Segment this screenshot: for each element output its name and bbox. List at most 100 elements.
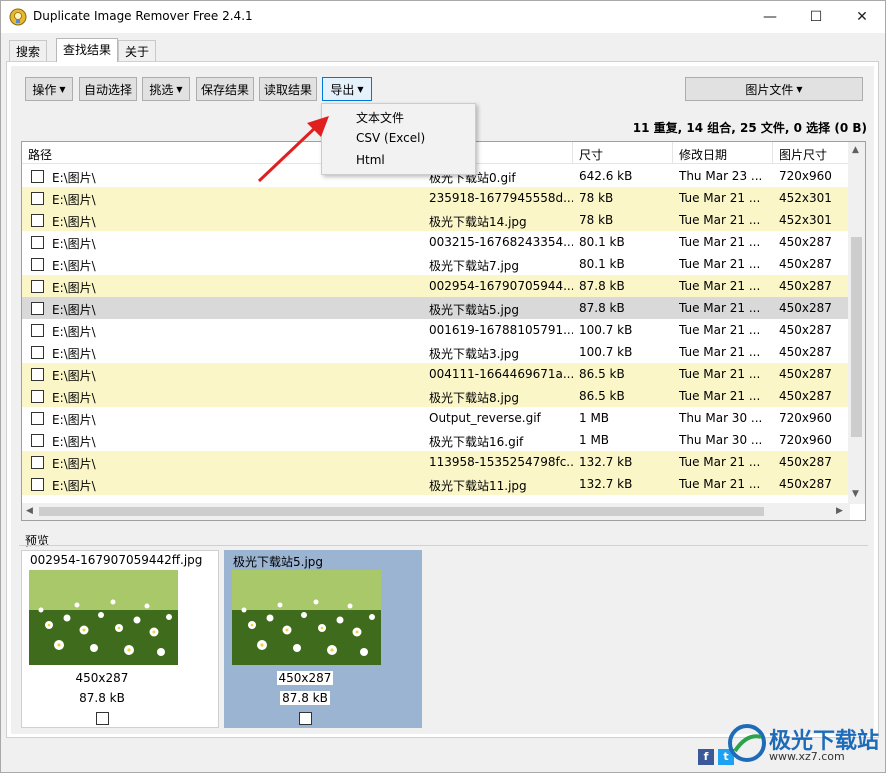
horizontal-scroll-thumb[interactable] [39, 507, 764, 516]
table-row[interactable]: E:\图片\ 113958-1535254798fc... 132.7 kB Tue … [22, 451, 850, 473]
facebook-icon[interactable]: f [698, 749, 714, 765]
cell-size: 1 MB [579, 411, 610, 425]
row-checkbox[interactable] [31, 170, 44, 183]
table-row[interactable]: E:\图片\ 极光下载站3.jpg 100.7 kB Tue Mar 21 ... 45… [22, 341, 850, 363]
table-row[interactable]: E:\图片\ 极光下载站8.jpg 86.5 kB Tue Mar 21 ... 450… [22, 385, 850, 407]
table-row[interactable]: E:\图片\ Output_reverse.gif 1 MB Thu Mar 30 .… [22, 407, 850, 429]
export-button[interactable]: 导出 ▼ [322, 77, 372, 101]
row-checkbox[interactable] [31, 236, 44, 249]
maximize-button[interactable]: ☐ [793, 1, 839, 33]
caret-down-icon: ▼ [59, 84, 66, 94]
cell-date: Tue Mar 21 ... [679, 235, 761, 249]
flower-thumbnail-image[interactable] [232, 570, 381, 665]
cell-path: E:\图片\ [52, 435, 96, 449]
menu-item-text-file[interactable]: 文本文件 [356, 109, 404, 129]
cell-size: 132.7 kB [579, 455, 633, 469]
preview-card-selected[interactable]: 极光下载站5.jpg 450x287 87.8 kB [224, 550, 422, 728]
row-checkbox[interactable] [31, 412, 44, 425]
row-checkbox[interactable] [31, 478, 44, 491]
table-row[interactable]: E:\图片\ 003215-16768243354... 80.1 kB Tue Ma… [22, 231, 850, 253]
tab-results[interactable]: 查找结果 [56, 38, 119, 62]
cell-path: E:\图片\ [52, 215, 96, 229]
close-button[interactable]: ✕ [839, 1, 885, 33]
cell-path: E:\图片\ [52, 369, 96, 383]
watermark-url: www.xz7.com [769, 750, 845, 763]
row-checkbox[interactable] [31, 390, 44, 403]
cell-name: 003215-16768243354... [429, 235, 573, 249]
row-checkbox[interactable] [31, 434, 44, 447]
table-row[interactable]: E:\图片\ 极光下载站16.gif 1 MB Thu Mar 30 ... 720x9… [22, 429, 850, 451]
tab-about[interactable]: 关于 [118, 40, 157, 61]
horizontal-scrollbar[interactable]: ◀ ▶ [22, 503, 850, 520]
table-row[interactable]: E:\图片\ 极光下载站11.jpg 132.7 kB Tue Mar 21 ... 4… [22, 473, 850, 495]
cell-dims: 452x301 [779, 191, 832, 205]
table-row[interactable]: E:\图片\ 极光下载站7.jpg 80.1 kB Tue Mar 21 ... 450… [22, 253, 850, 275]
menu-item-csv[interactable]: CSV (Excel) [356, 131, 425, 151]
table-row[interactable]: E:\图片\ 001619-16788105791... 100.7 kB Tue M… [22, 319, 850, 341]
cell-dims: 720x960 [779, 411, 832, 425]
preview-filename: 002954-167907059442ff.jpg [30, 553, 203, 567]
scroll-down-icon[interactable]: ▼ [852, 489, 859, 499]
preview-card[interactable]: 002954-167907059442ff.jpg 450x287 87.8 k… [21, 550, 219, 728]
pick-button[interactable]: 挑选 ▼ [142, 77, 190, 101]
preview-dimensions: 450x287 [225, 671, 385, 685]
auto-select-button[interactable]: 自动选择 [79, 77, 137, 101]
table-row[interactable]: E:\图片\ 极光下载站14.jpg 78 kB Tue Mar 21 ... 452x… [22, 209, 850, 231]
cell-dims: 720x960 [779, 433, 832, 447]
scroll-right-icon[interactable]: ▶ [836, 506, 843, 516]
row-checkbox[interactable] [31, 280, 44, 293]
image-files-button[interactable]: 图片文件 ▼ [685, 77, 863, 101]
tab-search[interactable]: 搜索 [9, 40, 48, 61]
menu-item-html[interactable]: Html [356, 153, 385, 173]
vertical-scroll-thumb[interactable] [851, 237, 862, 437]
save-results-button[interactable]: 保存结果 [196, 77, 254, 101]
cell-name: 002954-16790705944... [429, 279, 573, 293]
row-checkbox[interactable] [31, 302, 44, 315]
row-checkbox[interactable] [31, 214, 44, 227]
minimize-button[interactable]: — [747, 1, 793, 33]
cell-path: E:\图片\ [52, 347, 96, 361]
preview-checkbox[interactable] [299, 712, 312, 725]
cell-size: 80.1 kB [579, 257, 625, 271]
table-row[interactable]: E:\图片\ 极光下载站5.jpg 87.8 kB Tue Mar 21 ... 450… [22, 297, 850, 319]
header-modified[interactable]: 修改日期 [673, 142, 773, 164]
scroll-left-icon[interactable]: ◀ [26, 506, 33, 516]
vertical-scrollbar[interactable]: ▲ ▼ [848, 142, 865, 504]
row-checkbox[interactable] [31, 346, 44, 359]
operate-button[interactable]: 操作 ▼ [25, 77, 73, 101]
cell-name: 001619-16788105791... [429, 323, 573, 337]
cell-dims: 450x287 [779, 323, 832, 337]
row-checkbox[interactable] [31, 192, 44, 205]
cell-date: Thu Mar 30 ... [679, 411, 763, 425]
title-bar: Duplicate Image Remover Free 2.4.1 — ☐ ✕ [1, 1, 885, 33]
flower-thumbnail-image[interactable] [29, 570, 178, 665]
app-logo-icon [9, 8, 27, 26]
cell-name: 极光下载站14.jpg [429, 215, 527, 229]
preview-dimensions-text: 450x287 [276, 671, 334, 685]
load-results-button[interactable]: 读取结果 [259, 77, 317, 101]
row-checkbox[interactable] [31, 324, 44, 337]
table-row[interactable]: E:\图片\ 002954-16790705944... 87.8 kB Tue Ma… [22, 275, 850, 297]
row-checkbox[interactable] [31, 456, 44, 469]
results-grid[interactable]: 路径 尺寸 修改日期 图片尺寸 E:\图片\ 极光下载站0.gif 642.6 kB… [21, 141, 866, 521]
cell-name: 极光下载站3.jpg [429, 347, 520, 361]
preview-checkbox[interactable] [96, 712, 109, 725]
cell-dims: 450x287 [779, 301, 832, 315]
row-checkbox[interactable] [31, 258, 44, 271]
cell-dims: 450x287 [779, 389, 832, 403]
row-checkbox[interactable] [31, 368, 44, 381]
table-row[interactable]: E:\图片\ 235918-1677945558d... 78 kB Tue Mar … [22, 187, 850, 209]
window-title: Duplicate Image Remover Free 2.4.1 [33, 9, 253, 23]
header-dimensions[interactable]: 图片尺寸 [773, 142, 850, 164]
scroll-up-icon[interactable]: ▲ [852, 145, 859, 155]
caret-down-icon: ▼ [176, 84, 183, 94]
export-label: 导出 [330, 82, 355, 97]
app-window: Duplicate Image Remover Free 2.4.1 — ☐ ✕… [0, 0, 886, 773]
cell-path: E:\图片\ [52, 281, 96, 295]
cell-date: Tue Mar 21 ... [679, 301, 761, 315]
table-row[interactable]: E:\图片\ 004111-1664469671a... 86.5 kB Tue Ma… [22, 363, 850, 385]
cell-date: Tue Mar 21 ... [679, 455, 761, 469]
cell-dims: 450x287 [779, 367, 832, 381]
header-size[interactable]: 尺寸 [573, 142, 673, 164]
cell-size: 86.5 kB [579, 367, 625, 381]
